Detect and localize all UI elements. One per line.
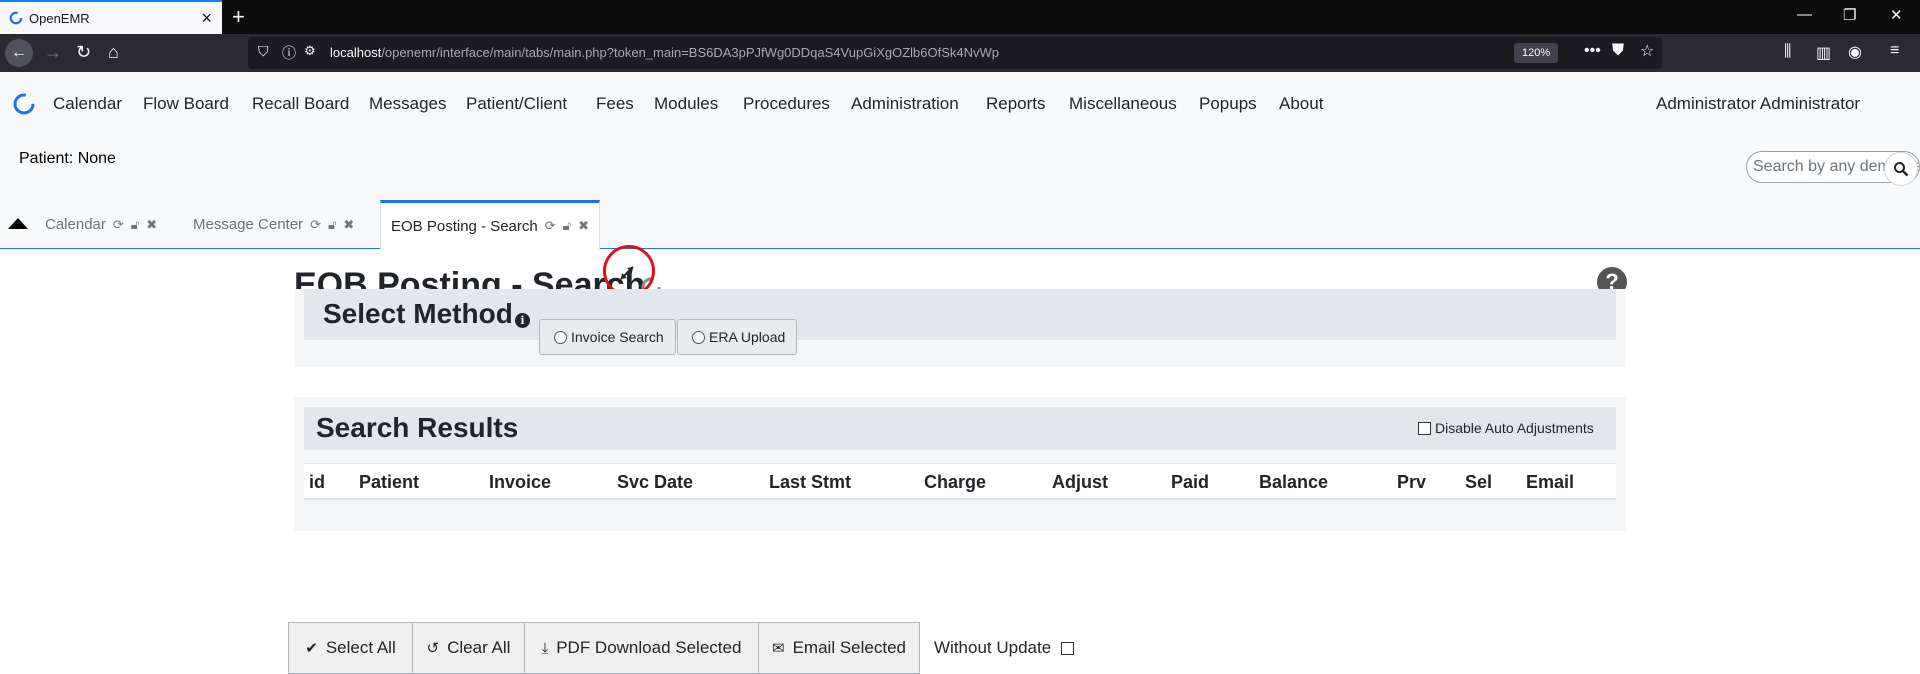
envelope-icon: ✉ (772, 640, 785, 657)
browser-tab-title: OpenEMR (29, 10, 90, 26)
library-icon[interactable]: ⫼ (1784, 43, 1791, 61)
new-tab-icon[interactable]: + (232, 4, 245, 30)
radio-circle[interactable] (554, 330, 567, 344)
app-tab-bar: Calendar ⟳ 🔓︎ ✖ Message Center ⟳ 🔓︎ ✖ EO… (0, 200, 1920, 250)
openemr-favicon-icon (9, 11, 23, 25)
undo-icon: ↺ (426, 640, 440, 657)
url-text[interactable]: localhost/openemr/interface/main/tabs/ma… (330, 45, 999, 60)
info-circle-icon[interactable]: ⓘ (282, 43, 296, 63)
menu-modules[interactable]: Modules (654, 94, 718, 114)
close-icon[interactable]: ✖ (343, 217, 354, 233)
main-content: EOB Posting - Search ? Select Method i I… (0, 245, 1920, 674)
pdf-download-selected-button[interactable]: ⤓ PDF Download Selected (524, 622, 759, 674)
window-close-icon[interactable]: ✕ (1890, 6, 1903, 24)
menu-procedures[interactable]: Procedures (743, 94, 830, 114)
check-icon: ✔ (305, 640, 318, 657)
back-arrow-icon[interactable]: ← (5, 39, 33, 67)
openemr-app: Calendar Flow Board Recall Board Message… (0, 72, 1920, 674)
search-button[interactable] (1884, 152, 1918, 186)
browser-nav-bar: ← → ↻ ⌂ ⛉ ⓘ ⚙ localhost/openemr/interfac… (0, 34, 1920, 72)
invoice-search-radio[interactable]: Invoice Search (539, 319, 676, 355)
close-icon[interactable]: ✖ (578, 218, 589, 234)
sidebar-icon[interactable]: ▥ (1816, 43, 1831, 63)
menu-popups[interactable]: Popups (1199, 94, 1257, 114)
column-patient: Patient (359, 472, 420, 492)
column-invoice: Invoice (489, 472, 552, 492)
zoom-level-badge[interactable]: 120% (1514, 43, 1559, 63)
column-sel: Sel (1465, 472, 1493, 492)
menu-patient-client[interactable]: Patient/Client (466, 94, 567, 114)
browser-tab-openemr[interactable]: OpenEMR × (0, 0, 222, 34)
user-menu[interactable]: Administrator Administrator (1656, 94, 1860, 114)
refresh-icon[interactable]: ⟳ (310, 217, 321, 233)
bookmark-star-icon[interactable]: ☆ (1640, 41, 1654, 61)
reload-icon[interactable]: ↻ (76, 42, 91, 63)
tab-eob-posting-search[interactable]: EOB Posting - Search ⟳ 🔓︎ ✖ (380, 200, 600, 250)
era-upload-radio[interactable]: ERA Upload (677, 319, 797, 355)
permissions-icon[interactable]: ⚙ (304, 43, 316, 59)
search-icon (1894, 162, 1909, 177)
url-bar[interactable]: ⛉ ⓘ ⚙ localhost/openemr/interface/main/t… (248, 37, 1662, 69)
select-all-button[interactable]: ✔ Select All (288, 622, 413, 674)
disable-auto-adjustments-checkbox[interactable] (1418, 421, 1431, 435)
hamburger-menu-icon[interactable]: ≡ (1890, 42, 1899, 60)
account-icon[interactable]: ◉ (1848, 42, 1862, 62)
clear-all-button[interactable]: ↺ Clear All (412, 622, 525, 674)
shield-icon[interactable]: ⛉ (258, 43, 269, 60)
without-update-checkbox[interactable] (1061, 641, 1075, 655)
menu-miscellaneous[interactable]: Miscellaneous (1069, 94, 1177, 114)
column-prv: Prv (1397, 472, 1427, 492)
menu-flow-board[interactable]: Flow Board (143, 94, 229, 114)
download-icon: ⤓ (541, 639, 549, 657)
pocket-icon[interactable]: ⛊ (1612, 42, 1624, 60)
refresh-icon[interactable]: ⟳ (113, 217, 124, 233)
home-icon[interactable]: ⌂ (108, 42, 119, 63)
column-adjust: Adjust (1052, 472, 1108, 492)
unlock-icon[interactable]: 🔓︎ (328, 217, 336, 233)
menu-calendar[interactable]: Calendar (53, 94, 122, 114)
menu-fees[interactable]: Fees (596, 94, 634, 114)
menu-reports[interactable]: Reports (986, 94, 1046, 114)
menu-recall-board[interactable]: Recall Board (252, 94, 349, 114)
menu-about[interactable]: About (1279, 94, 1323, 114)
column-balance: Balance (1259, 472, 1329, 492)
app-header: Calendar Flow Board Recall Board Message… (0, 72, 1920, 250)
refresh-icon[interactable]: ⟳ (545, 218, 556, 234)
minimize-icon[interactable]: — (1797, 6, 1812, 23)
menu-messages[interactable]: Messages (369, 94, 446, 114)
restore-icon[interactable]: ❐ (1843, 6, 1856, 24)
without-update-option[interactable]: Without Update (934, 638, 1075, 658)
column-svc-date: Svc Date (617, 472, 694, 492)
search-results-title: Search Results (316, 412, 519, 443)
patient-status: Patient: None (19, 150, 116, 167)
browser-tab-close-icon[interactable]: × (201, 8, 212, 29)
column-id: id (309, 472, 325, 492)
close-icon[interactable]: ✖ (146, 217, 157, 233)
disable-auto-adjustments[interactable]: Disable Auto Adjustments (1418, 420, 1594, 436)
openemr-logo-icon[interactable] (12, 92, 36, 116)
unlock-icon[interactable]: 🔓︎ (563, 218, 571, 234)
column-charge: Charge (924, 472, 987, 492)
unlock-icon[interactable]: 🔓︎ (131, 217, 139, 233)
menu-administration[interactable]: Administration (851, 94, 959, 114)
select-method-title: Select Method (323, 298, 513, 329)
page-actions-icon[interactable]: ••• (1584, 42, 1601, 60)
tab-calendar[interactable]: Calendar ⟳ 🔓︎ ✖ (45, 200, 157, 249)
email-selected-button[interactable]: ✉ Email Selected (758, 622, 920, 674)
tab-message-center[interactable]: Message Center ⟳ 🔓︎ ✖ (193, 200, 354, 249)
browser-tab-strip: OpenEMR × + — ❐ ✕ (0, 0, 1920, 34)
forward-arrow-icon[interactable]: → (44, 42, 62, 63)
column-paid: Paid (1171, 472, 1210, 492)
column-email: Email (1526, 472, 1575, 492)
collapse-caret-icon[interactable] (8, 218, 28, 229)
results-table-header: id Patient Invoice Svc Date Last Stmt Ch… (304, 463, 1616, 500)
column-last-stmt: Last Stmt (769, 472, 852, 492)
radio-circle[interactable] (692, 330, 705, 344)
info-icon[interactable]: i (515, 313, 530, 328)
